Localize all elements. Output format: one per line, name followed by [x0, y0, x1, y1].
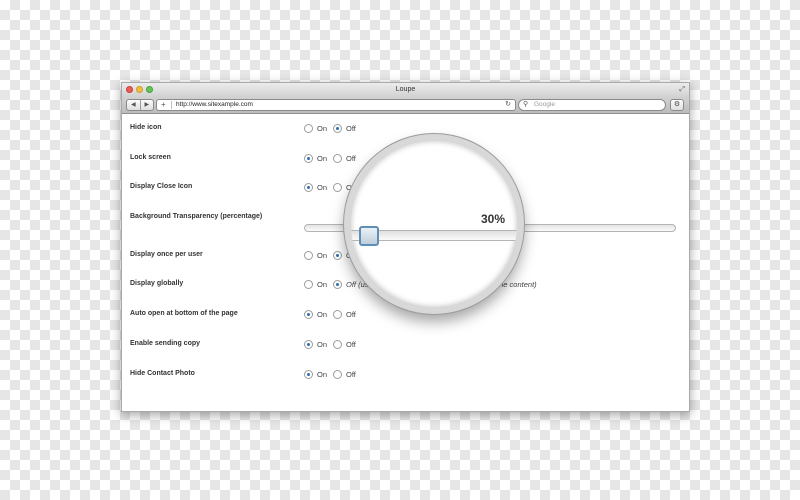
on-label[interactable]: On	[317, 124, 327, 133]
radio-group: On Off	[304, 121, 362, 135]
magnified-slider-handle	[359, 226, 379, 246]
on-label[interactable]: On	[317, 154, 327, 163]
off-label[interactable]: Off	[346, 340, 356, 349]
on-radio[interactable]	[304, 309, 313, 319]
address-bar[interactable]: + http://www.sitexample.com ↻	[156, 99, 516, 111]
reload-icon[interactable]: ↻	[505, 100, 511, 110]
on-label[interactable]: On	[317, 370, 327, 379]
on-label[interactable]: On	[317, 280, 327, 289]
back-arrow-icon[interactable]: ◀	[127, 100, 140, 110]
zoom-window-button[interactable]	[146, 86, 153, 93]
gear-icon[interactable]: ⚙	[670, 99, 684, 111]
off-label[interactable]: Off	[346, 370, 356, 379]
forward-arrow-icon[interactable]: ▶	[139, 100, 154, 110]
setting-row-enable-sending-copy: Enable sending copy On Off	[122, 337, 689, 351]
window-title: Loupe	[395, 86, 416, 93]
setting-label: Display globally	[130, 280, 184, 287]
on-radio[interactable]	[304, 369, 313, 379]
search-placeholder: Google	[534, 101, 555, 108]
search-icon: ⚲	[523, 101, 529, 108]
on-radio[interactable]	[304, 123, 313, 133]
title-bar[interactable]: Loupe ⤢	[122, 83, 689, 96]
off-label[interactable]: Off	[346, 310, 356, 319]
setting-label: Enable sending copy	[130, 340, 201, 347]
close-window-button[interactable]	[126, 86, 133, 93]
loupe-magnified-view: 30%	[351, 141, 517, 307]
on-label[interactable]: On	[317, 310, 327, 319]
setting-row-hide-contact-photo: Hide Contact Photo On Off	[122, 367, 689, 381]
off-radio[interactable]	[333, 279, 343, 289]
radio-group: On Off	[304, 337, 362, 351]
off-radio[interactable]	[333, 309, 343, 319]
on-radio[interactable]	[304, 250, 313, 260]
setting-label: Auto open at bottom of the page	[130, 310, 238, 317]
off-radio[interactable]	[333, 369, 343, 379]
setting-label: Lock screen	[130, 154, 171, 161]
address-separator	[171, 101, 172, 109]
radio-group: On Off	[304, 307, 362, 321]
on-label[interactable]: On	[317, 183, 327, 192]
setting-row-hide-icon: Hide icon On Off	[122, 121, 689, 135]
on-radio[interactable]	[304, 182, 313, 192]
fullscreen-icon[interactable]: ⤢	[679, 83, 685, 96]
browser-toolbar: ◀ ▶ + http://www.sitexample.com ↻ ⚲ Goog…	[122, 96, 689, 114]
off-radio[interactable]	[333, 339, 343, 349]
window-controls	[126, 86, 153, 93]
setting-label: Display once per user	[130, 251, 203, 258]
on-label[interactable]: On	[317, 251, 327, 260]
navigation-buttons: ◀ ▶	[126, 99, 154, 111]
off-label[interactable]: Off	[346, 124, 356, 133]
url-text[interactable]: http://www.sitexample.com	[176, 100, 253, 110]
setting-label: Hide Contact Photo	[130, 370, 195, 377]
setting-label: Background Transparency (percentage)	[130, 213, 263, 220]
off-radio[interactable]	[333, 250, 343, 260]
on-radio[interactable]	[304, 339, 313, 349]
radio-group: On Off	[304, 367, 362, 381]
on-label[interactable]: On	[317, 340, 327, 349]
magnifier-loupe: 30%	[344, 134, 524, 314]
off-radio[interactable]	[333, 182, 343, 192]
setting-label: Hide icon	[130, 124, 162, 131]
off-radio[interactable]	[333, 123, 343, 133]
setting-label: Display Close Icon	[130, 183, 193, 190]
transparency-value: 30%	[481, 212, 506, 226]
add-bookmark-icon[interactable]: +	[161, 100, 166, 110]
on-radio[interactable]	[304, 279, 313, 289]
magnified-slider-track	[351, 226, 517, 246]
search-input[interactable]: ⚲ Google	[518, 99, 666, 111]
off-radio[interactable]	[333, 153, 343, 163]
on-radio[interactable]	[304, 153, 313, 163]
minimize-window-button[interactable]	[136, 86, 143, 93]
